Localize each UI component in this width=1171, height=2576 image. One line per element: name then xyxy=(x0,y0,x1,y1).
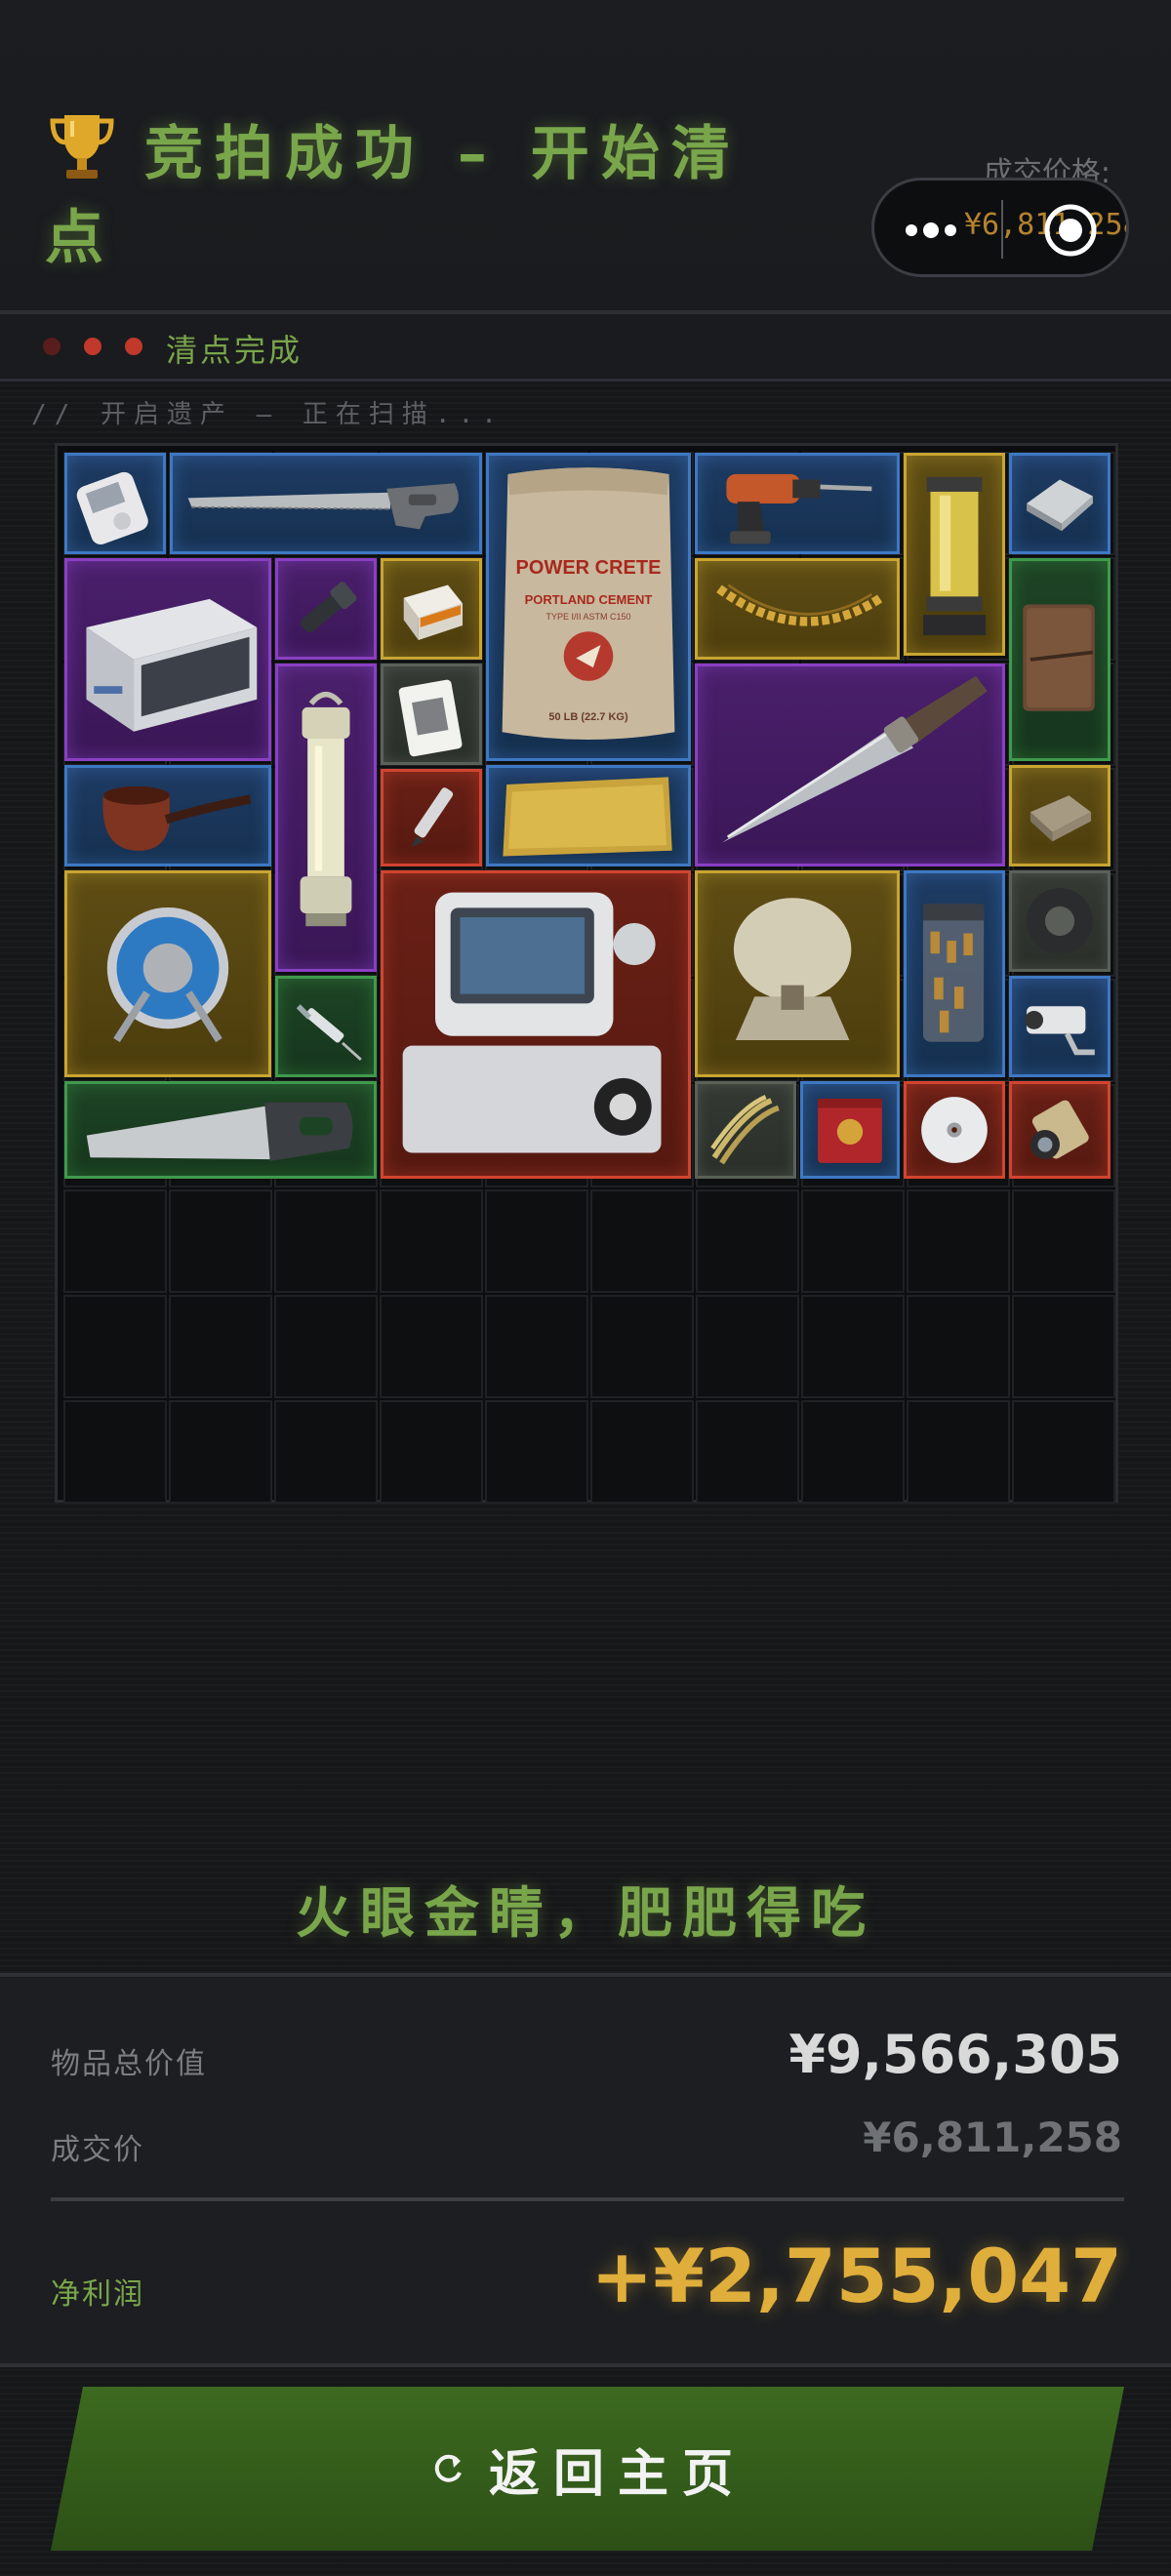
item-satellite-dish[interactable] xyxy=(695,870,900,1077)
net-profit-label: 净利润 xyxy=(51,2277,144,2312)
grid-cell xyxy=(274,1400,378,1504)
grid-cell xyxy=(1012,1189,1115,1293)
title-text: 竞拍成功 – 开始清点 xyxy=(45,120,742,272)
grid-cell xyxy=(801,1189,905,1293)
deal-price-amount: ¥6,811,258 xyxy=(863,2113,1122,2161)
grid-cell xyxy=(485,1295,588,1398)
capsule-divider xyxy=(1001,200,1003,259)
header-bar: 竞拍成功 – 开始清点 成交价格: ¥6,811,258 xyxy=(0,0,1171,314)
item-circuit-board[interactable] xyxy=(1009,765,1110,866)
more-icon[interactable] xyxy=(904,218,962,243)
refresh-icon xyxy=(434,2454,462,2482)
grid-cell xyxy=(169,1189,272,1293)
grid-cell xyxy=(63,1295,167,1398)
item-syringe[interactable] xyxy=(275,976,377,1077)
item-lantern[interactable] xyxy=(275,664,377,972)
cement-brand-text: POWER CRETE xyxy=(515,557,662,579)
item-security-camera[interactable] xyxy=(1009,976,1110,1077)
close-target-icon[interactable] xyxy=(1042,202,1099,259)
grid-cell xyxy=(801,1295,905,1398)
item-cable-reel[interactable] xyxy=(64,870,271,1077)
item-fountain-pen[interactable] xyxy=(381,769,482,866)
slogan-text: 火眼金睛，肥肥得吃 xyxy=(296,1882,875,1946)
grid-cell xyxy=(63,1400,167,1504)
grid-cell xyxy=(485,1400,588,1504)
cement-product-text: PORTLAND CEMENT xyxy=(524,592,653,607)
grid-cell xyxy=(380,1189,483,1293)
grid-cell xyxy=(801,1400,905,1504)
grid-cell xyxy=(590,1189,694,1293)
status-dot xyxy=(43,338,61,355)
trophy-icon xyxy=(50,115,114,179)
grid-cell xyxy=(696,1295,799,1398)
total-value-amount: ¥9,566,305 xyxy=(788,2024,1122,2085)
item-fuel-canister[interactable] xyxy=(904,453,1005,656)
item-camera-lens[interactable] xyxy=(1009,1081,1110,1179)
item-power-drill[interactable] xyxy=(695,453,900,554)
grid-cell xyxy=(274,1295,378,1398)
summary-divider xyxy=(51,2197,1124,2201)
grid-cell xyxy=(1012,1400,1115,1504)
item-medical-monitor[interactable] xyxy=(381,870,691,1179)
page-title: 竞拍成功 – 开始清点 xyxy=(45,109,806,280)
grid-cell xyxy=(169,1295,272,1398)
item-tobacco-pipe[interactable] xyxy=(64,765,271,866)
value-summary-panel: 物品总价值 ¥9,566,305 成交价 ¥6,811,258 净利润 +¥2,… xyxy=(0,1973,1171,2367)
item-cement-bag[interactable]: POWER CRETE PORTLAND CEMENT TYPE I/II AS… xyxy=(486,453,691,761)
mini-program-capsule[interactable]: ¥6,811,258 xyxy=(871,178,1129,277)
grid-cell xyxy=(63,1189,167,1293)
grid-cell xyxy=(590,1295,694,1398)
item-cigarette-pack[interactable] xyxy=(381,558,482,660)
grid-cell xyxy=(485,1189,588,1293)
status-dot xyxy=(84,338,101,355)
grid-cell xyxy=(380,1295,483,1398)
cement-weight-text: 50 LB (22.7 KG) xyxy=(548,711,628,723)
cement-type-text: TYPE I/II ASTM C150 xyxy=(545,612,631,622)
item-metal-plate[interactable] xyxy=(1009,453,1110,554)
grid-cell xyxy=(907,1189,1010,1293)
item-compact-disc[interactable] xyxy=(904,1081,1005,1179)
scan-status-text: // 开启遗产 – 正在扫描... xyxy=(31,400,505,429)
return-home-button[interactable]: 返回主页 xyxy=(51,2387,1124,2551)
net-profit-amount: +¥2,755,047 xyxy=(590,2233,1122,2319)
item-mp3-player[interactable] xyxy=(64,453,166,554)
item-gold-bar[interactable] xyxy=(486,765,691,866)
item-panel-saw[interactable] xyxy=(64,1081,377,1179)
return-home-label: 返回主页 xyxy=(488,2444,747,2504)
item-playing-card[interactable] xyxy=(381,664,482,765)
item-incubator[interactable] xyxy=(64,558,271,761)
grid-cell xyxy=(380,1400,483,1504)
item-rope-bundle[interactable] xyxy=(695,1081,796,1179)
grid-cell xyxy=(696,1189,799,1293)
item-ammo-jar[interactable] xyxy=(904,870,1005,1077)
item-leather-journal[interactable] xyxy=(1009,558,1110,761)
item-duct-tape[interactable] xyxy=(1009,870,1110,972)
item-flashlight[interactable] xyxy=(275,558,377,660)
grid-cell xyxy=(907,1400,1010,1504)
inventory-grid: POWER CRETE PORTLAND CEMENT TYPE I/II AS… xyxy=(55,443,1118,1504)
item-combat-knife[interactable] xyxy=(695,664,1005,866)
grid-cell xyxy=(274,1189,378,1293)
deal-price-label: 成交价 xyxy=(51,2133,144,2167)
item-gold-chain[interactable] xyxy=(695,558,900,660)
grid-cell xyxy=(169,1400,272,1504)
grid-cell xyxy=(907,1295,1010,1398)
status-bar: 清点完成 xyxy=(0,314,1171,382)
status-text: 清点完成 xyxy=(166,332,303,369)
status-dot xyxy=(125,338,142,355)
item-tea-tin[interactable] xyxy=(800,1081,900,1179)
grid-cell xyxy=(696,1400,799,1504)
return-home-button-content: 返回主页 xyxy=(51,2387,1124,2551)
total-value-label: 物品总价值 xyxy=(51,2047,207,2081)
grid-cell xyxy=(1012,1295,1115,1398)
grid-cell xyxy=(590,1400,694,1504)
item-hand-saw[interactable] xyxy=(170,453,482,554)
